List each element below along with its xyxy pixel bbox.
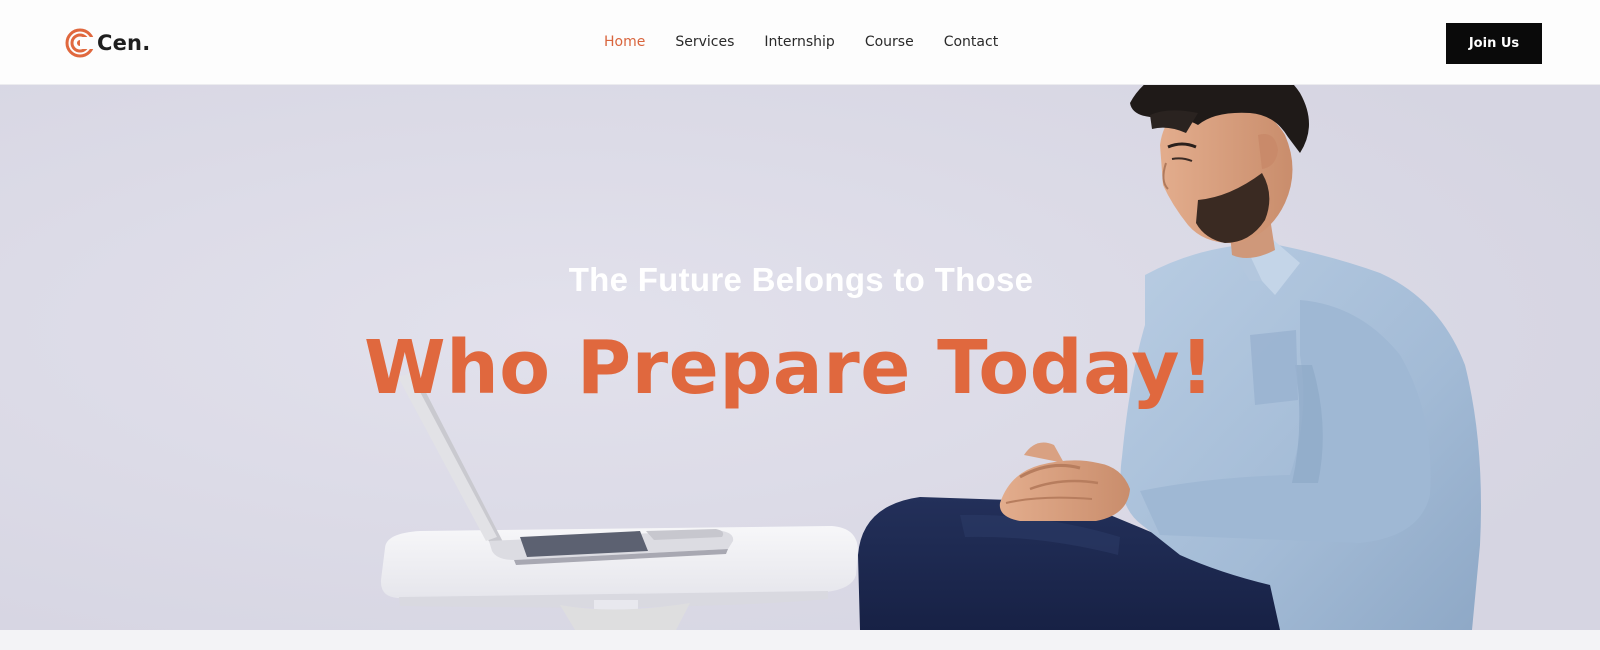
hero-title: Who Prepare Today! xyxy=(364,325,1215,411)
page-floor xyxy=(0,630,1600,650)
nav-item-internship[interactable]: Internship xyxy=(764,34,834,50)
join-button[interactable]: Join Us xyxy=(1446,23,1542,64)
nav-item-course[interactable]: Course xyxy=(865,34,914,50)
nav-item-contact[interactable]: Contact xyxy=(944,34,998,50)
site-header: Cen. Home Services Internship Course Con… xyxy=(0,0,1600,85)
brand-name: Cen. xyxy=(97,31,151,55)
main-nav: Home Services Internship Course Contact xyxy=(604,34,1028,50)
brand-logo[interactable]: Cen. xyxy=(65,28,150,58)
nav-item-services[interactable]: Services xyxy=(675,34,734,50)
hero-section: The Future Belongs to Those Who Prepare … xyxy=(0,85,1600,630)
nav-item-home[interactable]: Home xyxy=(604,34,645,50)
hero-subtitle: The Future Belongs to Those xyxy=(0,261,1600,299)
target-rings-icon xyxy=(65,28,96,58)
hero-subtitle-text: The Future Belongs to Those xyxy=(568,261,1034,298)
